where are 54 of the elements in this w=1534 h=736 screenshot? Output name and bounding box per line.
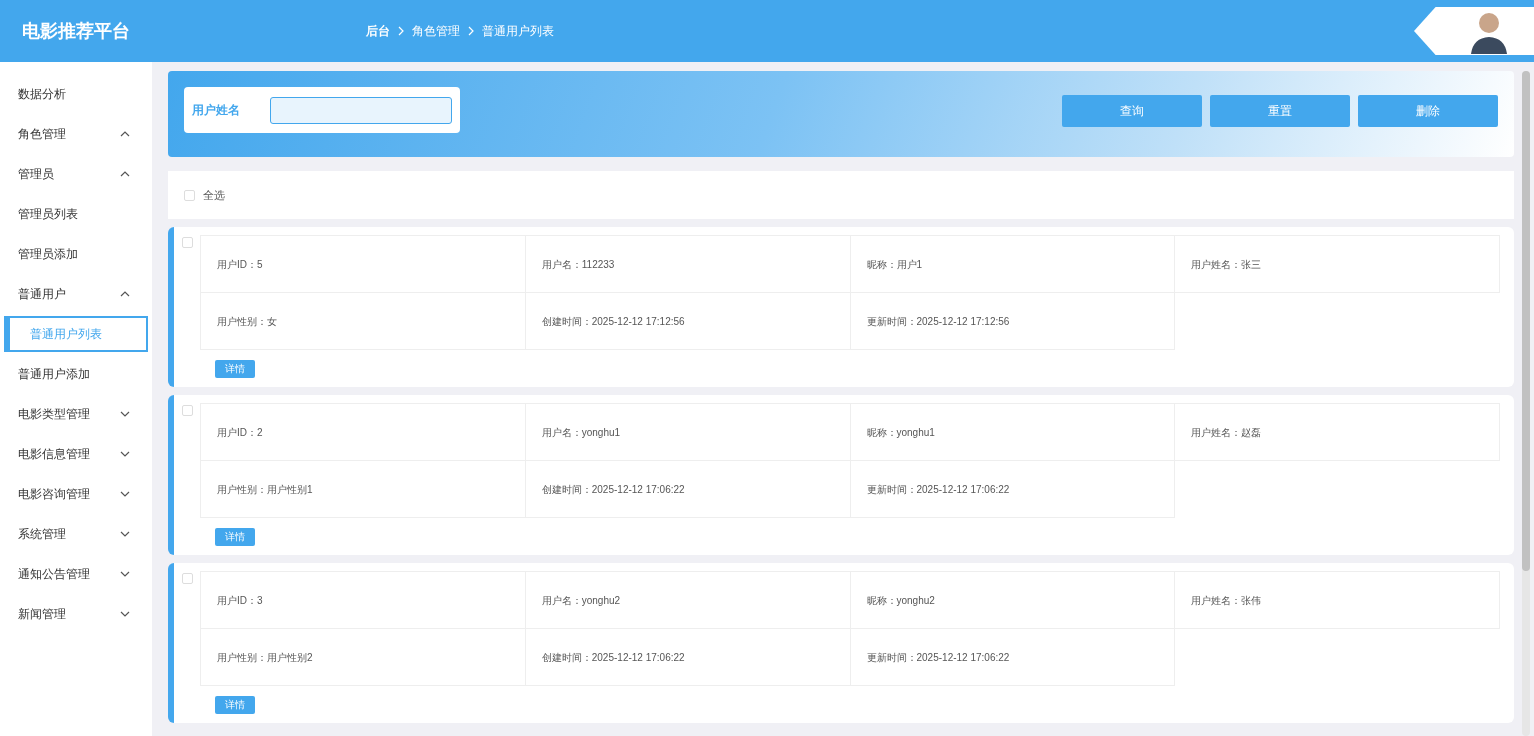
table-cell: 昵称：用户1	[850, 236, 1176, 293]
table-cell: 用户ID：3	[201, 572, 526, 629]
chevron-down-icon	[120, 411, 130, 417]
table-cell: 用户姓名：张伟	[1175, 572, 1500, 629]
sidebar-item[interactable]: 电影类型管理	[0, 394, 152, 434]
table-cell: 用户姓名：张三	[1175, 236, 1500, 293]
scrollbar-thumb[interactable]	[1522, 71, 1530, 571]
table-cell: 创建时间：2025-12-12 17:06:22	[525, 629, 851, 686]
table-cell: 创建时间：2025-12-12 17:12:56	[525, 293, 851, 350]
sidebar-item[interactable]: 普通用户添加	[0, 354, 152, 394]
table-cell: 用户名：yonghu2	[525, 572, 851, 629]
checkbox-label: 全选	[203, 187, 225, 203]
chevron-down-icon	[120, 491, 130, 497]
table-cell: 创建时间：2025-12-12 17:06:22	[525, 461, 851, 518]
chevron-up-icon	[120, 131, 130, 137]
chevron-down-icon	[120, 611, 130, 617]
table-cell: 用户姓名：赵磊	[1175, 404, 1500, 461]
table-cell: 更新时间：2025-12-12 17:06:22	[850, 629, 1176, 686]
table-cell: 用户ID：5	[201, 236, 526, 293]
table-cell: 用户名：112233	[525, 236, 851, 293]
checkbox[interactable]	[181, 237, 193, 248]
table-cell: 昵称：yonghu1	[850, 404, 1176, 461]
sidebar-item[interactable]: 电影咨询管理	[0, 474, 152, 514]
table-cell: 用户性别：用户性别1	[201, 461, 526, 518]
sidebar-item[interactable]: 管理员列表	[0, 194, 152, 234]
table-cell: 用户性别：女	[201, 293, 526, 350]
sidebar-item[interactable]: 数据分析	[0, 74, 152, 114]
chevron-down-icon	[120, 451, 130, 457]
table-cell: 更新时间：2025-12-12 17:12:56	[850, 293, 1176, 350]
chevron-up-icon	[120, 171, 130, 177]
table-cell: 用户性别：用户性别2	[201, 629, 526, 686]
sidebar-item[interactable]: 通知公告管理	[0, 554, 152, 594]
sidebar-item[interactable]: 电影信息管理	[0, 434, 152, 474]
sidebar-item[interactable]: 管理员	[0, 154, 152, 194]
sidebar-item[interactable]: 普通用户	[0, 274, 152, 314]
checkbox[interactable]	[184, 189, 195, 201]
sidebar-item[interactable]: 角色管理	[0, 114, 152, 154]
chevron-down-icon	[120, 571, 130, 577]
chevron-right-icon	[468, 26, 474, 36]
checkbox[interactable]	[181, 405, 193, 416]
table-cell: 用户名：yonghu1	[525, 404, 851, 461]
checkbox[interactable]	[181, 573, 193, 584]
sidebar-item[interactable]: 管理员添加	[0, 234, 152, 274]
chevron-up-icon	[120, 291, 130, 297]
sidebar-item[interactable]: 系统管理	[0, 514, 152, 554]
app-title: 电影推荐平台	[21, 19, 131, 43]
chevron-down-icon	[120, 531, 130, 537]
table-cell: 昵称：yonghu2	[850, 572, 1176, 629]
field-label: 用户姓名	[192, 102, 241, 119]
chevron-right-icon	[398, 26, 404, 36]
table-cell: 用户ID：2	[201, 404, 526, 461]
table-cell: 更新时间：2025-12-12 17:06:22	[850, 461, 1176, 518]
sidebar-item[interactable]: 新闻管理	[0, 594, 152, 634]
input-field[interactable]	[269, 96, 452, 124]
